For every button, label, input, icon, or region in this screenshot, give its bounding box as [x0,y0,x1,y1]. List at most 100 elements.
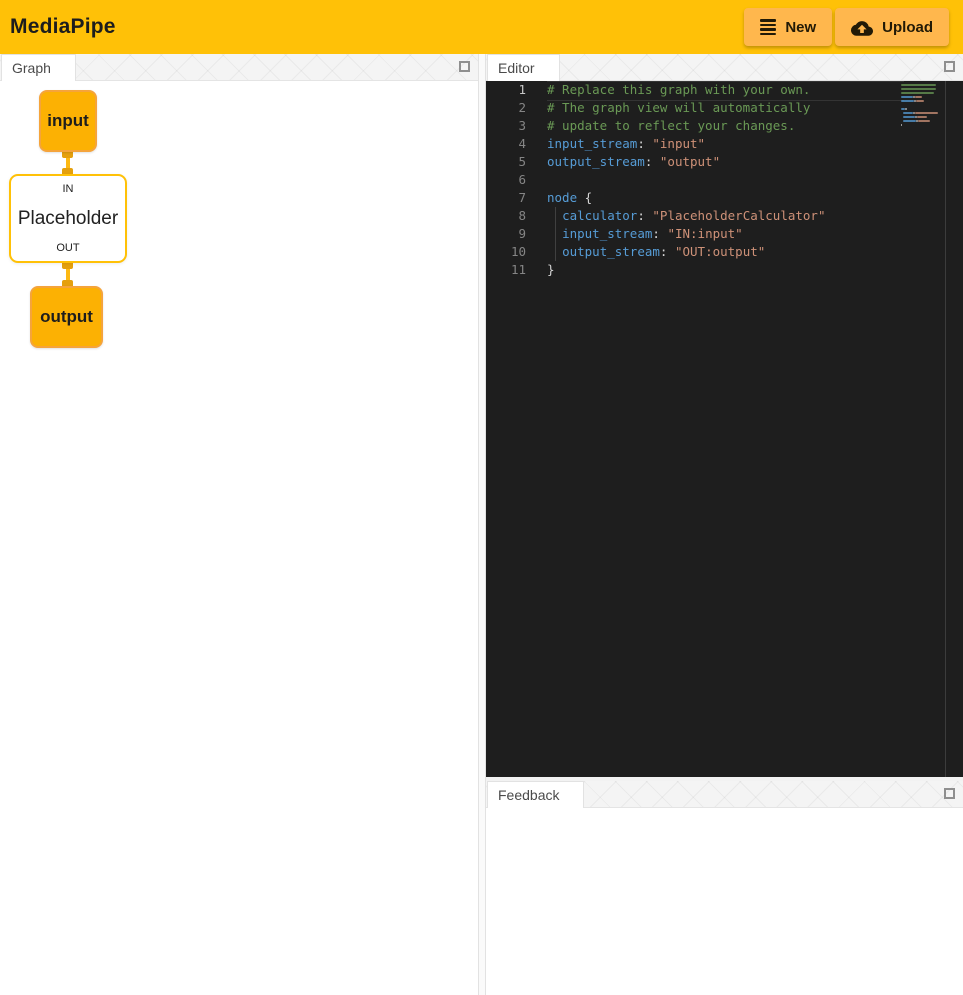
code-token-punct: : [645,154,660,169]
upload-button-label: Upload [882,19,933,36]
minimap-mark [903,112,913,114]
code-token-comment: # The graph view will automatically [547,100,810,115]
code-token-punct: : [637,208,652,223]
upload-button[interactable]: Upload [835,8,949,46]
tab-graph[interactable]: Graph [1,54,76,81]
code-text: output_stream: "output" [526,153,720,171]
minimap-mark [903,116,915,118]
code-line[interactable]: 4input_stream: "input" [486,135,963,153]
code-line[interactable]: 2 # The graph view will automatically [486,99,963,117]
code-token-string: "OUT:output" [675,244,765,259]
code-token-string: "IN:input" [667,226,742,241]
minimap-mark [901,96,913,98]
new-button[interactable]: New [744,8,832,46]
code-token-punct: { [577,190,592,205]
code-token-key: input_stream [562,226,652,241]
maximize-icon[interactable] [944,788,955,799]
code-token-key: output_stream [562,244,660,259]
code-token-key: calculator [562,208,637,223]
code-token-ws [547,226,562,241]
tab-feedback[interactable]: Feedback [487,781,584,808]
node-in-port-label: IN [63,183,74,195]
line-number: 11 [486,261,526,279]
editor-panel: Editor 1 # Replace this graph with your o… [486,54,963,777]
new-button-label: New [785,19,816,36]
editor-tabstrip: Editor [486,54,963,81]
code-token-string: "output" [660,154,720,169]
editor-panel-content: 1 # Replace this graph with your own. 2 # T… [486,81,963,777]
minimap-mark [901,88,936,90]
node-input[interactable]: input [39,90,97,152]
minimap-mark [903,120,916,122]
minimap-mark [917,116,927,118]
code-line[interactable]: 1 # Replace this graph with your own. [486,81,963,99]
feedback-tabstrip: Feedback [486,781,963,808]
node-output[interactable]: output [30,286,103,348]
code-line[interactable]: 5output_stream: "output" [486,153,963,171]
code-token-string: "PlaceholderCalculator" [652,208,825,223]
code-token-key: node [547,190,577,205]
minimap-mark [915,112,938,114]
code-token-key: output_stream [547,154,645,169]
line-number: 9 [486,225,526,243]
code-text: node { [526,189,592,207]
code-token-ws [547,244,562,259]
code-line[interactable]: 3# update to reflect your changes. [486,117,963,135]
code-token-punct: } [547,262,555,277]
code-text: # Replace this graph with your own. [526,81,810,99]
node-placeholder[interactable]: IN Placeholder OUT [9,174,127,263]
code-token-key: input_stream [547,136,637,151]
graph-panel: Graph input IN Placeholder [0,54,478,995]
app-title: MediaPipe [10,15,116,39]
header-bar: MediaPipe New Upload [0,0,963,54]
graph-canvas[interactable]: input IN Placeholder OUT output [0,81,478,995]
minimap[interactable] [901,84,943,144]
minimap-mark [916,100,924,102]
code-token-string: "input" [652,136,705,151]
header-actions: New Upload [744,8,949,46]
code-line[interactable]: 9 input_stream: "IN:input" [486,225,963,243]
line-number: 6 [486,171,526,189]
code-text: } [526,261,555,279]
node-placeholder-label: Placeholder [18,208,118,230]
code-text [526,171,547,189]
feedback-content [486,808,963,995]
code-line[interactable]: 6 [486,171,963,189]
line-number: 4 [486,135,526,153]
node-out-port-label: OUT [56,242,79,254]
minimap-mark [901,84,936,86]
code-token-comment: # Replace this graph with your own. [547,82,810,97]
app-window: MediaPipe New Upload Graph [0,0,963,995]
line-number: 2 [486,99,526,117]
minimap-mark [901,92,934,94]
line-number: 10 [486,243,526,261]
code-line[interactable]: 11} [486,261,963,279]
node-input-label: input [47,111,89,131]
node-output-label: output [40,307,93,327]
code-text: calculator: "PlaceholderCalculator" [526,207,825,225]
line-number: 1 [486,81,526,99]
code-token-punct: : [652,226,667,241]
code-text: input_stream: "input" [526,135,705,153]
minimap-mark [918,120,930,122]
graph-panel-content: input IN Placeholder OUT output [0,81,478,995]
maximize-icon[interactable] [459,61,470,72]
line-number: 5 [486,153,526,171]
code-token-comment: # update to reflect your changes. [547,118,795,133]
code-line[interactable]: 10 output_stream: "OUT:output" [486,243,963,261]
maximize-icon[interactable] [944,61,955,72]
code-text: input_stream: "IN:input" [526,225,743,243]
code-line[interactable]: 7node { [486,189,963,207]
right-column: Editor 1 # Replace this graph with your o… [486,54,963,995]
tab-editor[interactable]: Editor [487,54,560,81]
code-text: # The graph view will automatically [526,99,810,117]
reorder-icon [760,19,776,35]
code-line[interactable]: 8 calculator: "PlaceholderCalculator" [486,207,963,225]
vertical-splitter[interactable] [478,54,486,995]
code-editor[interactable]: 1 # Replace this graph with your own. 2 # T… [486,81,963,777]
graph-tabstrip: Graph [0,54,478,81]
code-token-ws [547,208,562,223]
minimap-mark [901,124,902,126]
main-area: Graph input IN Placeholder [0,54,963,995]
cloud-upload-icon [851,19,873,36]
